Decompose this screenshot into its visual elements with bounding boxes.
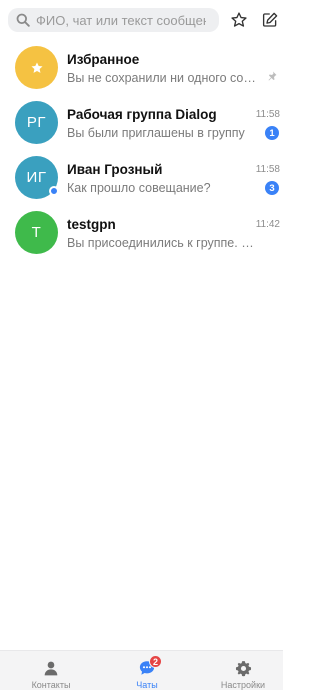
search-input[interactable] — [36, 12, 206, 28]
avatar-initials: T — [31, 224, 42, 241]
avatar: РГ — [15, 101, 58, 144]
compose-icon — [262, 12, 278, 27]
pin-icon — [268, 71, 277, 81]
chat-time: 11:42 — [255, 219, 280, 230]
chat-preview: Вы были приглашены в группу — [67, 126, 245, 140]
unread-badge: 1 — [265, 126, 279, 140]
tab-settings[interactable]: Настройки — [203, 651, 283, 690]
chat-item-ivan[interactable]: ИГ Иван Грозный Как прошло совещание? 11… — [0, 150, 283, 205]
chat-preview: Вы не сохранили ни одного сообщения — [67, 71, 262, 85]
star-icon — [30, 61, 43, 73]
unread-badge: 3 — [265, 181, 279, 195]
tab-label: Настройки — [220, 680, 266, 690]
avatar-initials: РГ — [26, 114, 47, 131]
chat-item-work-group[interactable]: РГ Рабочая группа Dialog Вы были приглаш… — [0, 95, 283, 150]
avatar-initials: ИГ — [26, 169, 47, 186]
star-outline-icon — [231, 12, 247, 27]
chat-time: 11:58 — [255, 109, 280, 120]
search-icon — [16, 13, 30, 27]
chats-count-badge: 2 — [149, 655, 162, 668]
chat-preview: Как прошло совещание? — [67, 181, 211, 195]
chat-list: Избранное Вы не сохранили ни одного сооб… — [0, 40, 283, 260]
bottom-nav: Контакты 2 Чаты Настройки — [0, 650, 283, 690]
avatar: T — [15, 211, 58, 254]
tab-chats[interactable]: 2 Чаты — [107, 651, 187, 690]
tab-label: Чаты — [136, 680, 158, 690]
chat-name: Рабочая группа Dialog — [67, 107, 217, 122]
avatar — [15, 46, 58, 89]
tab-label: Контакты — [31, 680, 71, 690]
gear-icon — [235, 660, 251, 676]
person-icon — [44, 661, 58, 676]
chat-time: 11:58 — [255, 164, 280, 175]
tab-contacts[interactable]: Контакты — [11, 651, 91, 690]
chat-name: Избранное — [67, 52, 140, 67]
favorites-star-button[interactable] — [229, 10, 249, 30]
search-box[interactable] — [8, 8, 219, 32]
compose-button[interactable] — [260, 10, 280, 30]
chat-item-testgpn[interactable]: T testgpn Вы присоединились к группе. От… — [0, 205, 283, 260]
chat-item-favorites[interactable]: Избранное Вы не сохранили ни одного сооб… — [0, 40, 283, 95]
avatar: ИГ — [15, 156, 59, 199]
chat-name: Иван Грозный — [67, 162, 163, 177]
chat-preview: Вы присоединились к группе. Отправьте со… — [67, 236, 262, 250]
online-indicator — [49, 186, 59, 196]
top-bar — [0, 0, 283, 40]
chat-name: testgpn — [67, 217, 116, 232]
